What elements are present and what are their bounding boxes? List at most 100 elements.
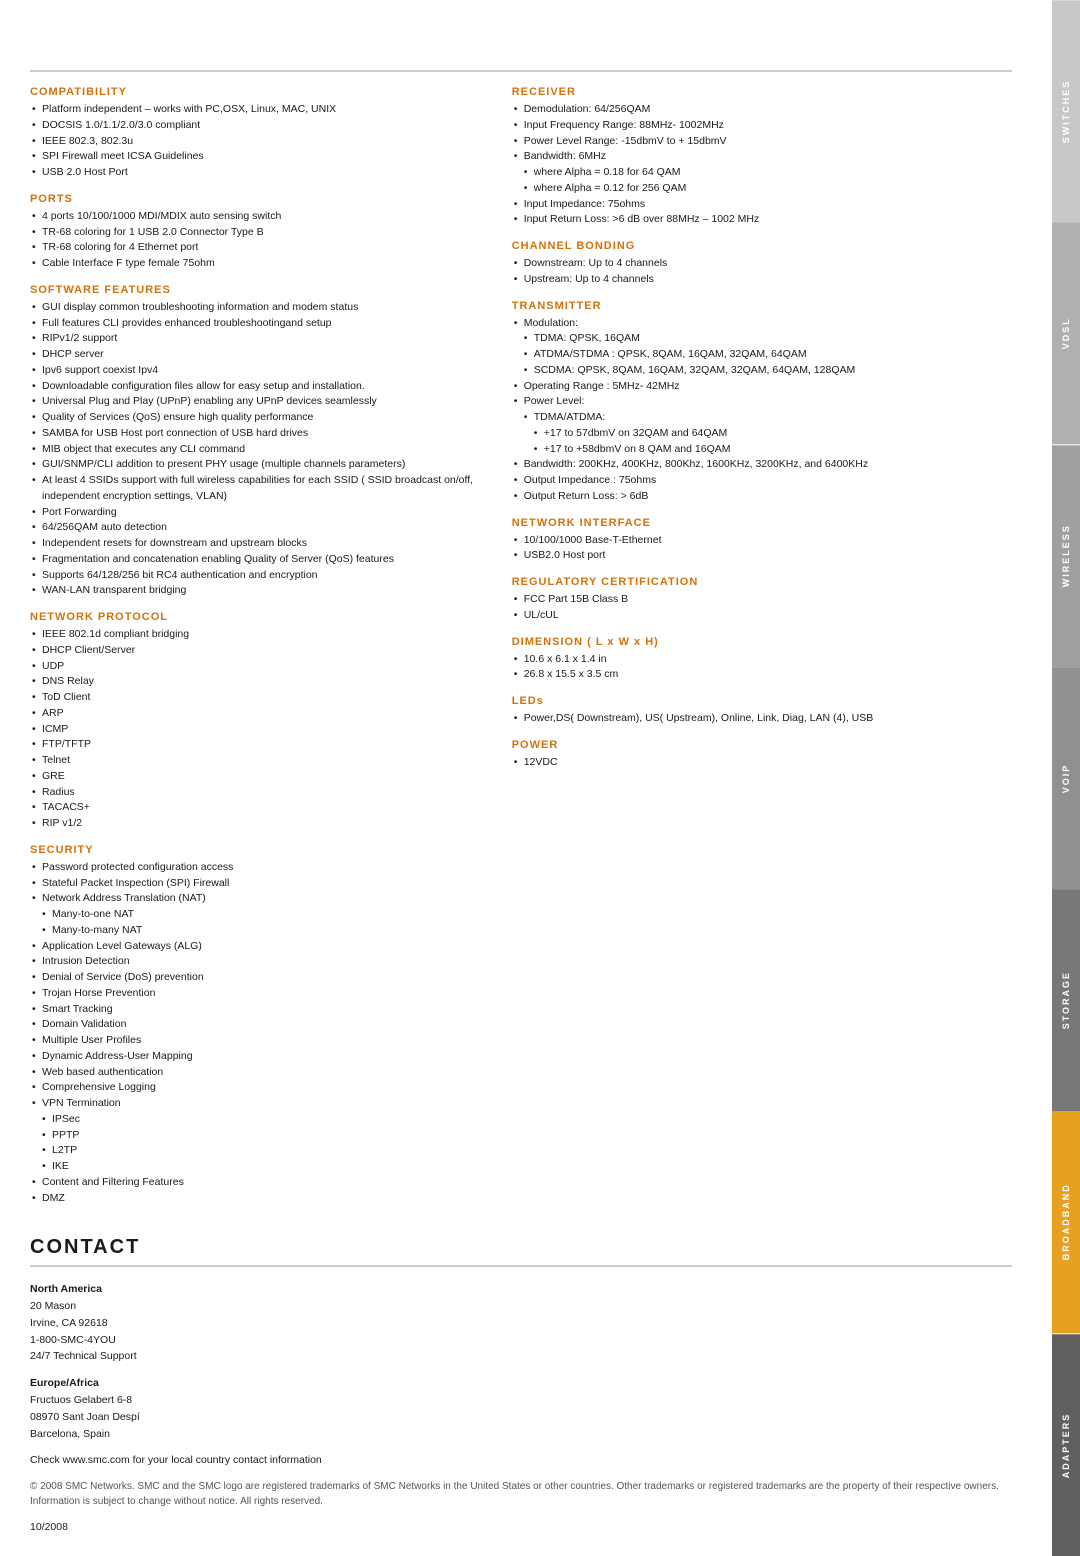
section-title-receiver: RECEIVER <box>512 86 1003 98</box>
contact-body: North America20 MasonIrvine, CA 926181-8… <box>30 1281 1012 1536</box>
list-item: USB2.0 Host port <box>512 548 1003 564</box>
list-item: Downloadable configuration files allow f… <box>30 379 482 395</box>
list-item: IPSec <box>30 1112 482 1128</box>
list-item: FCC Part 15B Class B <box>512 592 1003 608</box>
list-item: ToD Client <box>30 690 482 706</box>
list-item: Dynamic Address-User Mapping <box>30 1049 482 1065</box>
list-item: GRE <box>30 769 482 785</box>
list-item: 64/256QAM auto detection <box>30 520 482 536</box>
list-item: where Alpha = 0.12 for 256 QAM <box>512 181 1003 197</box>
list-item: Ipv6 support coexist Ipv4 <box>30 363 482 379</box>
tab-adapters[interactable]: ADAPTERS <box>1052 1334 1080 1556</box>
list-item: Power,DS( Downstream), US( Upstream), On… <box>512 711 1003 727</box>
list-item: Port Forwarding <box>30 505 482 521</box>
list-item: Domain Validation <box>30 1017 482 1033</box>
list-item: 10/100/1000 Base-T-Ethernet <box>512 533 1003 549</box>
list-item: TR-68 coloring for 1 USB 2.0 Connector T… <box>30 225 482 241</box>
list-item: Quality of Services (QoS) ensure high qu… <box>30 410 482 426</box>
spec-list: 4 ports 10/100/1000 MDI/MDIX auto sensin… <box>30 209 482 272</box>
list-item: TACACS+ <box>30 800 482 816</box>
list-item: DOCSIS 1.0/1.1/2.0/3.0 compliant <box>30 118 482 134</box>
list-item: ICMP <box>30 722 482 738</box>
list-item: Platform independent – works with PC,OSX… <box>30 102 482 118</box>
list-item: Multiple User Profiles <box>30 1033 482 1049</box>
list-item: IEEE 802.1d compliant bridging <box>30 627 482 643</box>
section-title-transmitter: TRANSMITTER <box>512 300 1003 312</box>
section-title-security: SECURITY <box>30 844 482 856</box>
specs-columns: COMPATIBILITYPlatform independent – work… <box>30 86 1012 1206</box>
list-item: Modulation: <box>512 316 1003 332</box>
list-item: Content and Filtering Features <box>30 1175 482 1191</box>
list-item: Bandwidth: 6MHz <box>512 149 1003 165</box>
list-item: 4 ports 10/100/1000 MDI/MDIX auto sensin… <box>30 209 482 225</box>
right-column: RECEIVER Demodulation: 64/256QAMInput Fre… <box>512 86 1003 1206</box>
tab-wireless[interactable]: WIRELESS <box>1052 445 1080 667</box>
page-header <box>0 0 1080 54</box>
list-item: Cable Interface F type female 75ohm <box>30 256 482 272</box>
tab-vdsl[interactable]: VDSL <box>1052 222 1080 444</box>
list-item: 10.6 x 6.1 x 1.4 in <box>512 652 1003 668</box>
left-column: COMPATIBILITYPlatform independent – work… <box>30 86 482 1206</box>
list-item: PPTP <box>30 1128 482 1144</box>
list-item: +17 to 57dbmV on 32QAM and 64QAM <box>512 426 1003 442</box>
list-item: At least 4 SSIDs support with full wirel… <box>30 473 482 505</box>
list-item: Power Level: <box>512 394 1003 410</box>
tab-broadband[interactable]: BROADBAND <box>1052 1111 1080 1333</box>
list-item: Denial of Service (DoS) prevention <box>30 970 482 986</box>
list-item: Input Impedance: 75ohms <box>512 197 1003 213</box>
list-item: Telnet <box>30 753 482 769</box>
list-item: IEEE 802.3, 802.3u <box>30 134 482 150</box>
list-item: Stateful Packet Inspection (SPI) Firewal… <box>30 876 482 892</box>
section-title-channel-bonding: CHANNEL BONDING <box>512 240 1003 252</box>
list-item: DHCP server <box>30 347 482 363</box>
list-item: GUI display common troubleshooting infor… <box>30 300 482 316</box>
list-item: Input Frequency Range: 88MHz- 1002MHz <box>512 118 1003 134</box>
list-item: WAN-LAN transparent bridging <box>30 583 482 599</box>
section-title-ports: PORTS <box>30 193 482 205</box>
spec-list: FCC Part 15B Class BUL/cUL <box>512 592 1003 624</box>
check-website: Check www.smc.com for your local country… <box>30 1452 1012 1469</box>
list-item: +17 to +58dbmV on 8 QAM and 16QAM <box>512 442 1003 458</box>
tab-storage[interactable]: STORAGE <box>1052 889 1080 1111</box>
list-item: Universal Plug and Play (UPnP) enabling … <box>30 394 482 410</box>
section-title-power: POWER <box>512 739 1003 751</box>
spec-list: Demodulation: 64/256QAMInput Frequency R… <box>512 102 1003 228</box>
spec-list: 10.6 x 6.1 x 1.4 in26.8 x 15.5 x 3.5 cm <box>512 652 1003 684</box>
list-item: Intrusion Detection <box>30 954 482 970</box>
list-item: Downstream: Up to 4 channels <box>512 256 1003 272</box>
section-title-regulatory-certification: REGULATORY CERTIFICATION <box>512 576 1003 588</box>
section-title-dimension-(-l-x-w-x-h): DIMENSION ( L x W x H) <box>512 636 1003 648</box>
list-item: Output Return Loss: > 6dB <box>512 489 1003 505</box>
section-title-network-interface: NETWORK INTERFACE <box>512 517 1003 529</box>
list-item: RIP v1/2 <box>30 816 482 832</box>
list-item: ARP <box>30 706 482 722</box>
list-item: USB 2.0 Host Port <box>30 165 482 181</box>
list-item: Output Impedance : 75ohms <box>512 473 1003 489</box>
list-item: SCDMA: QPSK, 8QAM, 16QAM, 32QAM, 32QAM, … <box>512 363 1003 379</box>
list-item: DNS Relay <box>30 674 482 690</box>
list-item: Many-to-one NAT <box>30 907 482 923</box>
main-content: COMPATIBILITYPlatform independent – work… <box>0 54 1052 1556</box>
europe-address: Europe/AfricaFructuos Gelabert 6-808970 … <box>30 1375 1012 1442</box>
spec-list: IEEE 802.1d compliant bridgingDHCP Clien… <box>30 627 482 832</box>
list-item: Trojan Horse Prevention <box>30 986 482 1002</box>
list-item: L2TP <box>30 1143 482 1159</box>
list-item: DMZ <box>30 1191 482 1207</box>
list-item: Bandwidth: 200KHz, 400KHz, 800Khz, 1600K… <box>512 457 1003 473</box>
spec-list: 10/100/1000 Base-T-EthernetUSB2.0 Host p… <box>512 533 1003 565</box>
list-item: Password protected configuration access <box>30 860 482 876</box>
north-america-address: North America20 MasonIrvine, CA 926181-8… <box>30 1281 1012 1365</box>
list-item: Network Address Translation (NAT) <box>30 891 482 907</box>
spec-list: GUI display common troubleshooting infor… <box>30 300 482 599</box>
list-item: TDMA/ATDMA: <box>512 410 1003 426</box>
list-item: IKE <box>30 1159 482 1175</box>
spec-list: 12VDC <box>512 755 1003 771</box>
contact-title: CONTACT <box>30 1236 1012 1267</box>
tab-voip[interactable]: VOIP <box>1052 667 1080 889</box>
tab-switches[interactable]: SWITCHES <box>1052 0 1080 222</box>
spec-list: Modulation:TDMA: QPSK, 16QAMATDMA/STDMA … <box>512 316 1003 505</box>
list-item: Full features CLI provides enhanced trou… <box>30 316 482 332</box>
list-item: VPN Termination <box>30 1096 482 1112</box>
spec-list: Platform independent – works with PC,OSX… <box>30 102 482 181</box>
list-item: Upstream: Up to 4 channels <box>512 272 1003 288</box>
